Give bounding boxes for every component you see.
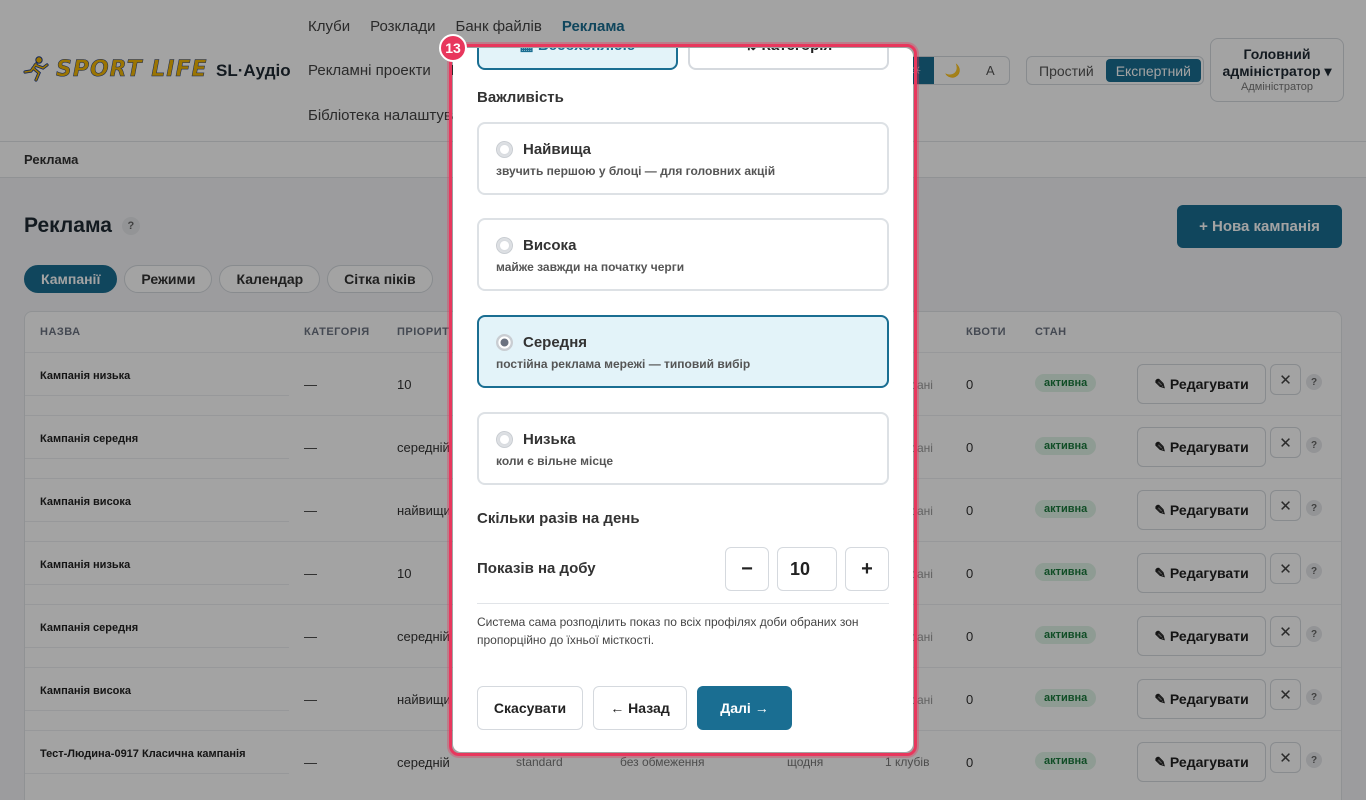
type-option-category[interactable]: ⇅ Категорія xyxy=(688,48,889,70)
back-button[interactable]: ← Назад xyxy=(593,686,687,730)
priority-dialog: ▦ Всеохоплюю ⇅ Категорія Важливість Найв… xyxy=(453,48,913,752)
priority-option-high[interactable]: Висока майже завжди на початку черги xyxy=(477,218,889,291)
priority-title: Найвища xyxy=(523,141,592,158)
type-option-all[interactable]: ▦ Всеохоплюю xyxy=(477,48,678,70)
cancel-button[interactable]: Скасувати xyxy=(477,686,583,730)
priority-title: Висока xyxy=(523,237,577,254)
priority-description: звучить першою у блоці — для головних ак… xyxy=(496,164,776,178)
priority-option-low[interactable]: Низька коли є вільне місце xyxy=(477,412,889,485)
priority-description: постійна реклама мережі — типовий вибір xyxy=(496,357,751,371)
daily-plays-input[interactable] xyxy=(777,547,837,591)
distribution-hint: Система сама розподілить показ по всіх п… xyxy=(477,615,859,647)
next-button[interactable]: Далі → xyxy=(697,686,792,730)
daily-plays-label: Показів на добу xyxy=(477,560,596,577)
increment-button[interactable]: + xyxy=(845,547,889,591)
frequency-label: Скільки разів на день xyxy=(477,510,640,527)
priority-title: Низька xyxy=(523,431,576,448)
radio-icon xyxy=(496,237,513,254)
importance-label: Важливість xyxy=(477,89,564,106)
priority-title: Середня xyxy=(523,334,588,351)
priority-option-medium[interactable]: Середня постійна реклама мережі — типови… xyxy=(477,315,889,388)
priority-option-highest[interactable]: Найвища звучить першою у блоці — для гол… xyxy=(477,122,889,195)
radio-icon xyxy=(496,141,513,158)
decrement-button[interactable]: − xyxy=(725,547,769,591)
radio-icon xyxy=(496,431,513,448)
priority-description: майже завжди на початку черги xyxy=(496,260,685,274)
radio-selected-icon xyxy=(496,334,513,351)
divider xyxy=(477,603,889,604)
step-number-badge: 13 xyxy=(439,34,467,62)
priority-description: коли є вільне місце xyxy=(496,454,614,468)
